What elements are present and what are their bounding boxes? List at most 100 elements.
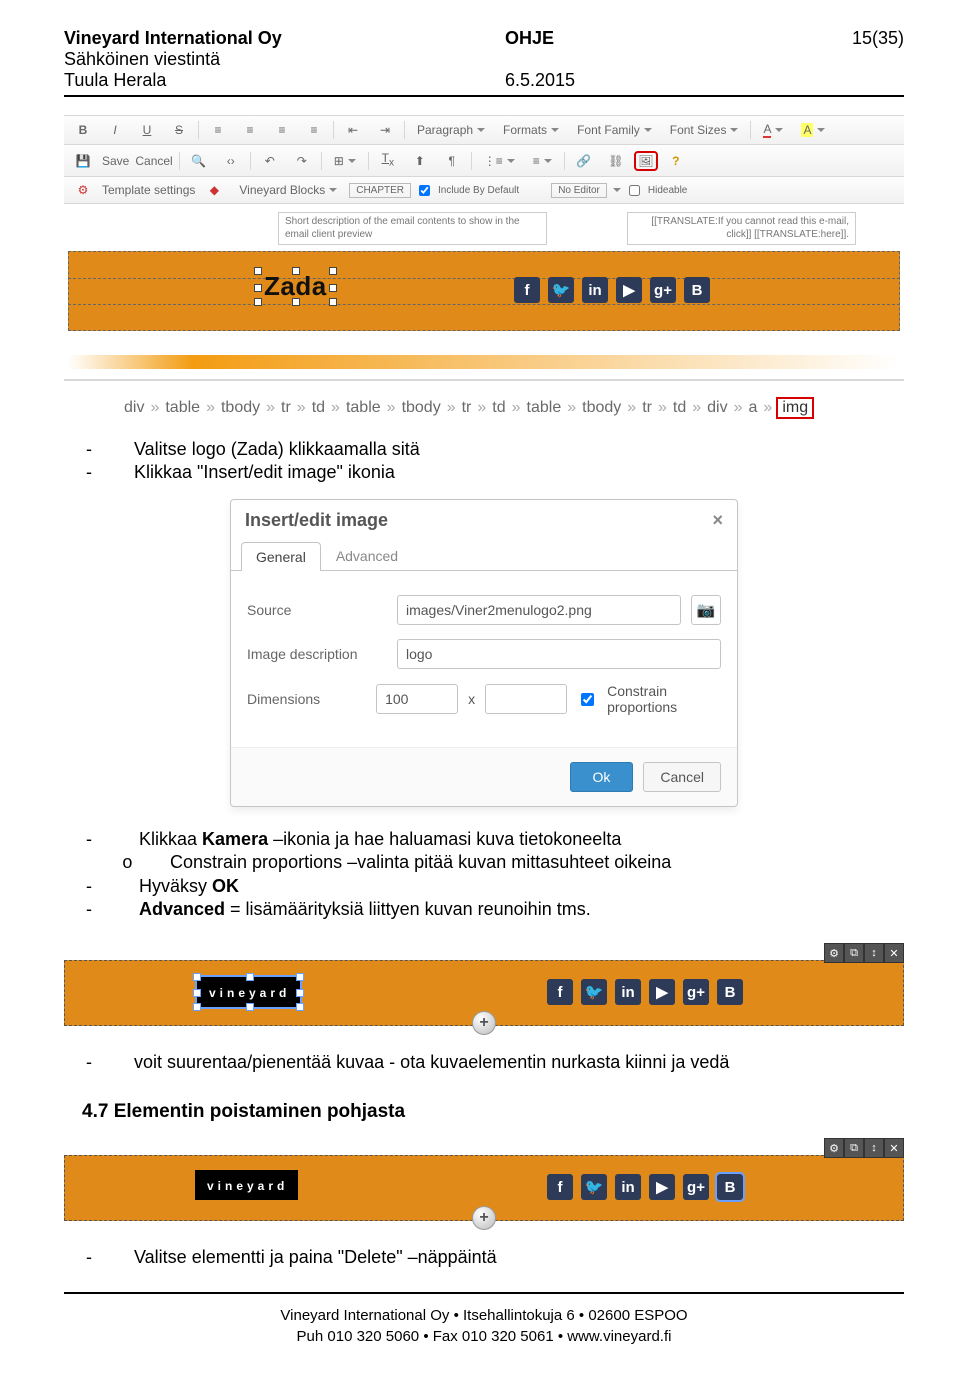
outdent-icon[interactable]: ⇤	[340, 120, 366, 140]
align-left-icon[interactable]: ≡	[205, 120, 231, 140]
number-list-icon[interactable]: ≡	[527, 151, 558, 171]
linkedin-icon[interactable]: in	[615, 1174, 641, 1200]
youtube-icon[interactable]: ▶	[649, 1174, 675, 1200]
crumb[interactable]: tr	[642, 399, 652, 417]
save-icon[interactable]: 💾	[70, 151, 96, 171]
twitter-icon[interactable]: 🐦	[581, 979, 607, 1005]
align-center-icon[interactable]: ≡	[237, 120, 263, 140]
cancel-button[interactable]: Cancel	[135, 154, 172, 168]
add-element-icon[interactable]: +	[472, 1206, 496, 1230]
crumb[interactable]: a	[749, 399, 758, 417]
crumb[interactable]: table	[165, 399, 200, 417]
upload-icon[interactable]: ⬆	[407, 151, 433, 171]
desc-input[interactable]	[397, 639, 721, 669]
twitter-icon[interactable]: 🐦	[548, 277, 574, 303]
redo-icon[interactable]: ↷	[289, 151, 315, 171]
close-icon[interactable]: ×	[712, 510, 723, 531]
strip-move-icon[interactable]: ↕	[864, 943, 884, 963]
add-element-icon[interactable]: +	[472, 1011, 496, 1035]
vineyard-blocks-dropdown[interactable]: Vineyard Blocks	[233, 180, 343, 200]
crumb[interactable]: table	[346, 399, 381, 417]
crumb[interactable]: td	[673, 399, 686, 417]
crumb[interactable]: div	[707, 399, 727, 417]
bold-button[interactable]: B	[70, 120, 96, 140]
text-color-button[interactable]: A	[757, 119, 789, 141]
blog-icon[interactable]: B	[717, 1174, 743, 1200]
vineyard-logo-selected[interactable]: vineyard	[195, 975, 302, 1009]
link-icon[interactable]: 🔗	[571, 151, 597, 171]
crumb[interactable]: tr	[462, 399, 472, 417]
googleplus-icon[interactable]: g+	[650, 277, 676, 303]
element-strip-2[interactable]: ⚙ ⧉ ↕ ✕ vineyard f 🐦 in ▶ g+ B +	[64, 1155, 904, 1221]
fontsizes-dropdown[interactable]: Font Sizes	[664, 120, 745, 140]
vineyard-blocks-icon[interactable]: ◆	[201, 180, 227, 200]
help-icon[interactable]: ?	[663, 151, 689, 171]
element-strip-1[interactable]: ⚙ ⧉ ↕ ✕ vineyard f 🐦 in ▶ g	[64, 960, 904, 1026]
indent-icon[interactable]: ⇥	[372, 120, 398, 140]
code-icon[interactable]: ‹›	[218, 151, 244, 171]
cancel-button[interactable]: Cancel	[643, 762, 721, 792]
crumb[interactable]: table	[527, 399, 562, 417]
height-input[interactable]	[485, 684, 567, 714]
pilcrow-icon[interactable]: ¶	[439, 151, 465, 171]
strip-copy-icon[interactable]: ⧉	[844, 943, 864, 963]
fontfamily-dropdown[interactable]: Font Family	[571, 120, 658, 140]
template-settings-icon[interactable]: ⚙	[70, 180, 96, 200]
facebook-icon[interactable]: f	[514, 277, 540, 303]
include-default-checkbox[interactable]	[419, 185, 430, 196]
align-right-icon[interactable]: ≡	[269, 120, 295, 140]
unlink-icon[interactable]: ⛓	[603, 151, 629, 171]
template-settings-label[interactable]: Template settings	[102, 183, 195, 197]
crumb[interactable]: tr	[281, 399, 291, 417]
facebook-icon[interactable]: f	[547, 979, 573, 1005]
strip-gear-icon[interactable]: ⚙	[824, 1138, 844, 1158]
strip-delete-icon[interactable]: ✕	[884, 1138, 904, 1158]
crumb[interactable]: tbody	[582, 399, 621, 417]
blog-icon[interactable]: B	[717, 979, 743, 1005]
hideable-checkbox[interactable]	[629, 185, 640, 196]
crumb[interactable]: td	[312, 399, 325, 417]
crumb[interactable]: div	[124, 399, 144, 417]
strike-button[interactable]: S	[166, 120, 192, 140]
youtube-icon[interactable]: ▶	[616, 277, 642, 303]
bg-color-button[interactable]: A	[795, 120, 831, 140]
constrain-checkbox[interactable]	[581, 693, 594, 706]
email-preview-desc[interactable]: Short description of the email contents …	[278, 212, 547, 245]
paragraph-dropdown[interactable]: Paragraph	[411, 120, 491, 140]
strip-gear-icon[interactable]: ⚙	[824, 943, 844, 963]
undo-icon[interactable]: ↶	[257, 151, 283, 171]
strip-move-icon[interactable]: ↕	[864, 1138, 884, 1158]
camera-icon[interactable]: 📷	[691, 595, 721, 625]
source-input[interactable]	[397, 595, 681, 625]
crumb-img[interactable]: img	[778, 399, 812, 417]
underline-button[interactable]: U	[134, 120, 160, 140]
twitter-icon[interactable]: 🐦	[581, 1174, 607, 1200]
bullet-list-icon[interactable]: ⋮≡	[478, 151, 521, 171]
blog-icon[interactable]: B	[684, 277, 710, 303]
tab-general[interactable]: General	[241, 542, 321, 571]
youtube-icon[interactable]: ▶	[649, 979, 675, 1005]
crumb[interactable]: td	[492, 399, 505, 417]
clear-format-icon[interactable]: Tx	[375, 148, 401, 173]
vineyard-logo[interactable]: vineyard	[195, 1170, 298, 1200]
table-icon[interactable]: ⊞	[328, 151, 362, 171]
zada-logo-selected[interactable]: Zada	[258, 271, 333, 302]
align-justify-icon[interactable]: ≡	[301, 120, 327, 140]
linkedin-icon[interactable]: in	[615, 979, 641, 1005]
ok-button[interactable]: Ok	[570, 762, 634, 792]
linkedin-icon[interactable]: in	[582, 277, 608, 303]
crumb[interactable]: tbody	[402, 399, 441, 417]
strip-delete-icon[interactable]: ✕	[884, 943, 904, 963]
tab-advanced[interactable]: Advanced	[321, 541, 413, 570]
strip-copy-icon[interactable]: ⧉	[844, 1138, 864, 1158]
formats-dropdown[interactable]: Formats	[497, 120, 565, 140]
insert-image-icon[interactable]: 🖼	[635, 152, 657, 170]
italic-button[interactable]: I	[102, 120, 128, 140]
facebook-icon[interactable]: f	[547, 1174, 573, 1200]
save-button[interactable]: Save	[102, 154, 129, 168]
crumb[interactable]: tbody	[221, 399, 260, 417]
googleplus-icon[interactable]: g+	[683, 979, 709, 1005]
binoculars-icon[interactable]: 🔍	[186, 151, 212, 171]
googleplus-icon[interactable]: g+	[683, 1174, 709, 1200]
width-input[interactable]	[376, 684, 458, 714]
